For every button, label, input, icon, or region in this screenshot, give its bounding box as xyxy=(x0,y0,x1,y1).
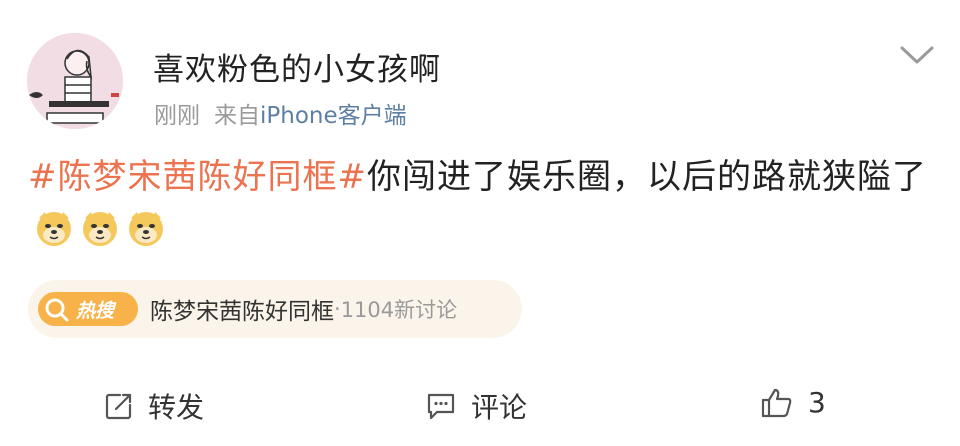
hot-topic-separator: · xyxy=(334,297,341,321)
post-meta: 刚刚 来自iPhone客户端 xyxy=(154,96,407,130)
comment-button[interactable]: 评论 xyxy=(425,386,527,426)
post-content: #陈梦宋茜陈好同框#你闯进了娱乐圈，以后的路就狭隘了 xyxy=(28,150,933,258)
source-prefix: 来自 xyxy=(214,103,260,129)
hot-search-badge: 热搜 xyxy=(38,292,138,326)
thumbs-up-icon xyxy=(761,388,792,417)
repost-button[interactable]: 转发 xyxy=(104,386,204,426)
chevron-down-icon[interactable] xyxy=(896,40,938,70)
comment-icon xyxy=(427,393,455,420)
like-count: 3 xyxy=(808,386,826,419)
comment-label: 评论 xyxy=(471,391,528,424)
repost-label: 转发 xyxy=(148,391,205,424)
post-time: 刚刚 xyxy=(154,103,200,129)
hot-topic-title: 陈梦宋茜陈好同框 xyxy=(150,299,334,325)
topic-link[interactable]: #陈梦宋茜陈好同框# xyxy=(28,157,367,197)
hot-search-badge-label: 热搜 xyxy=(76,299,115,322)
repost-icon xyxy=(105,393,132,420)
doge-emoji-icon xyxy=(37,212,71,246)
post-text: 你闯进了娱乐圈，以后的路就狭隘了 xyxy=(366,157,927,197)
username[interactable]: 喜欢粉色的小女孩啊 xyxy=(153,44,441,89)
avatar[interactable] xyxy=(27,33,123,129)
hot-search-card[interactable]: 热搜 陈梦宋茜陈好同框 · 1104新讨论 xyxy=(28,280,522,338)
hot-topic-count: 1104新讨论 xyxy=(340,298,458,322)
like-button[interactable]: 3 xyxy=(760,386,826,419)
post-source[interactable]: iPhone客户端 xyxy=(260,103,407,129)
doge-emoji-icon xyxy=(83,212,117,246)
search-icon xyxy=(45,298,69,322)
doge-emoji-icon xyxy=(129,212,163,246)
avatar-illustration xyxy=(27,33,123,129)
